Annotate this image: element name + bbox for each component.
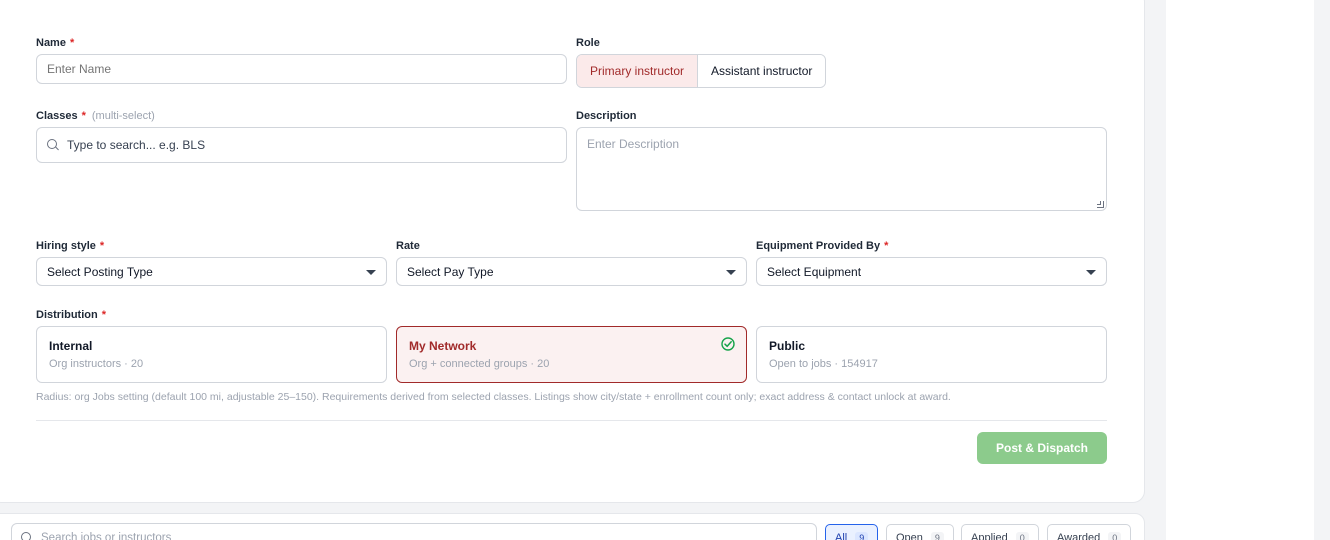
filter-open-tab[interactable]: Open 9 xyxy=(886,524,954,540)
filter-count-badge: 0 xyxy=(1015,532,1029,540)
equipment-label-text: Equipment Provided By xyxy=(756,240,881,252)
role-primary-instructor-button[interactable]: Primary instructor xyxy=(577,55,699,87)
classes-label: Classes * (multi-select) xyxy=(36,110,155,122)
right-panel xyxy=(1166,0,1314,540)
chevron-down-icon xyxy=(1086,270,1096,275)
required-marker: * xyxy=(81,110,86,122)
name-label-text: Name xyxy=(36,37,66,49)
right-scroll-strip xyxy=(1314,0,1330,540)
distribution-option-title: Internal xyxy=(49,339,93,353)
hiring-style-select[interactable]: Select Posting Type xyxy=(36,257,387,286)
distribution-label-text: Distribution xyxy=(36,309,98,321)
filter-count-badge: 9 xyxy=(855,532,869,540)
search-icon xyxy=(21,532,33,540)
filter-count-badge: 0 xyxy=(1108,532,1122,540)
rate-label: Rate xyxy=(396,240,420,252)
distribution-note: Radius: org Jobs setting (default 100 mi… xyxy=(36,391,951,403)
jobs-search-input[interactable]: Search jobs or instructors xyxy=(11,523,817,540)
name-input[interactable] xyxy=(36,54,567,84)
hiring-style-label-text: Hiring style xyxy=(36,240,96,252)
divider xyxy=(36,420,1107,421)
distribution-option-subtitle: Org + connected groups · 20 xyxy=(409,358,550,370)
rate-value: Select Pay Type xyxy=(407,264,494,279)
name-label: Name * xyxy=(36,37,74,49)
equipment-value: Select Equipment xyxy=(767,264,862,279)
required-marker: * xyxy=(99,240,105,252)
role-label: Role xyxy=(576,37,600,49)
hiring-style-label: Hiring style * xyxy=(36,240,104,252)
description-label: Description xyxy=(576,110,637,122)
distribution-option-title: Public xyxy=(769,339,806,353)
chevron-down-icon xyxy=(366,270,376,275)
required-marker: * xyxy=(101,309,106,321)
hiring-style-value: Select Posting Type xyxy=(47,264,153,279)
equipment-label: Equipment Provided By * xyxy=(756,240,888,252)
chevron-down-icon xyxy=(726,270,736,275)
distribution-option-internal[interactable]: Internal Org instructors · 20 xyxy=(36,326,387,383)
search-icon xyxy=(47,139,59,151)
classes-label-text: Classes xyxy=(36,110,78,122)
classes-hint: (multi-select) xyxy=(91,110,155,122)
resize-handle-icon[interactable] xyxy=(1097,201,1104,208)
distribution-option-subtitle: Open to jobs · 154917 xyxy=(769,358,878,370)
distribution-option-title: My Network xyxy=(409,339,477,353)
role-assistant-instructor-button[interactable]: Assistant instructor xyxy=(698,55,826,87)
filter-label: Open xyxy=(896,532,923,540)
filter-label: Awarded xyxy=(1057,532,1101,540)
filter-label: Applied xyxy=(971,532,1008,540)
filter-all-tab[interactable]: All 9 xyxy=(825,524,879,540)
distribution-option-my-network[interactable]: My Network Org + connected groups · 20 xyxy=(396,326,747,383)
filter-awarded-tab[interactable]: Awarded 0 xyxy=(1047,524,1132,540)
description-placeholder: Enter Description xyxy=(587,137,680,151)
post-and-dispatch-button[interactable]: Post & Dispatch xyxy=(977,432,1107,464)
filter-applied-tab[interactable]: Applied 0 xyxy=(961,524,1039,540)
filter-count-badge: 9 xyxy=(930,532,944,540)
distribution-option-public[interactable]: Public Open to jobs · 154917 xyxy=(756,326,1107,383)
required-marker: * xyxy=(69,37,75,49)
equipment-select[interactable]: Select Equipment xyxy=(756,257,1107,286)
check-circle-icon xyxy=(721,337,735,351)
rate-select[interactable]: Select Pay Type xyxy=(396,257,747,286)
jobs-search-placeholder: Search jobs or instructors xyxy=(41,532,172,540)
classes-search-placeholder: Type to search... e.g. BLS xyxy=(67,138,206,152)
filter-label: All xyxy=(835,532,848,540)
distribution-label: Distribution * xyxy=(36,309,106,321)
distribution-option-subtitle: Org instructors · 20 xyxy=(49,358,144,370)
classes-search-input[interactable]: Type to search... e.g. BLS xyxy=(36,127,567,163)
required-marker: * xyxy=(884,240,889,252)
description-textarea[interactable]: Enter Description xyxy=(576,127,1107,211)
role-toggle: Primary instructor Assistant instructor xyxy=(576,54,827,88)
